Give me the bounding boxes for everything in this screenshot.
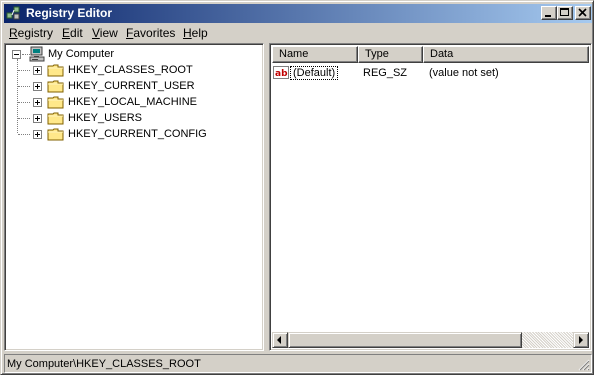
tree-label: HKEY_LOCAL_MACHINE xyxy=(68,96,197,108)
column-header-type[interactable]: Type xyxy=(358,46,423,63)
minimize-icon xyxy=(545,15,551,17)
menu-label: egistry xyxy=(17,26,54,40)
expand-toggle[interactable] xyxy=(33,114,42,123)
tree-label: HKEY_CURRENT_USER xyxy=(68,80,195,92)
list-item[interactable]: ab (Default) REG_SZ (value not set) xyxy=(272,64,589,82)
tree-label: HKEY_USERS xyxy=(68,112,142,124)
tree-item-hkey-local-machine[interactable]: HKEY_LOCAL_MACHINE xyxy=(9,94,249,110)
scroll-left-button[interactable] xyxy=(272,332,288,348)
tree-item-hkey-current-config[interactable]: HKEY_CURRENT_CONFIG xyxy=(9,126,249,142)
menu-label: elp xyxy=(191,26,208,40)
menu-accel: H xyxy=(183,26,192,40)
tree-connector xyxy=(18,102,30,103)
tree-connector xyxy=(18,134,30,135)
menu-help[interactable]: Help xyxy=(180,25,211,41)
status-bar: My Computer\HKEY_CLASSES_ROOT xyxy=(4,354,592,373)
tree-item-my-computer[interactable]: My Computer xyxy=(9,46,249,62)
regedit-app-icon xyxy=(6,5,22,21)
tree-label: HKEY_CURRENT_CONFIG xyxy=(68,128,207,140)
menu-accel: V xyxy=(92,26,100,40)
maximize-button[interactable] xyxy=(557,6,573,20)
close-icon xyxy=(578,8,587,17)
tree-connector xyxy=(18,86,30,87)
title-bar[interactable]: Registry Editor xyxy=(4,4,592,23)
menu-registry[interactable]: Registry xyxy=(6,25,56,41)
tree-connector xyxy=(18,70,30,71)
value-type: REG_SZ xyxy=(363,67,408,79)
menu-bar: Registry Edit View Favorites Help xyxy=(4,24,592,42)
resize-grip-icon[interactable] xyxy=(578,359,590,371)
menu-label: dit xyxy=(70,26,83,40)
menu-accel: R xyxy=(9,26,18,40)
svg-text:ab: ab xyxy=(275,69,288,79)
collapse-toggle[interactable] xyxy=(12,50,21,59)
expand-toggle[interactable] xyxy=(33,66,42,75)
registry-editor-window: Registry Editor Registry Edit View Favor… xyxy=(0,0,594,375)
arrow-right-icon xyxy=(579,336,583,344)
string-value-icon: ab xyxy=(273,65,289,87)
tree-item-hkey-classes-root[interactable]: HKEY_CLASSES_ROOT xyxy=(9,62,249,78)
status-path: My Computer\HKEY_CLASSES_ROOT xyxy=(7,358,201,370)
tree-item-hkey-current-user[interactable]: HKEY_CURRENT_USER xyxy=(9,78,249,94)
expand-toggle[interactable] xyxy=(33,82,42,91)
scroll-right-button[interactable] xyxy=(573,332,589,348)
menu-favorites[interactable]: Favorites xyxy=(123,25,178,41)
folder-icon xyxy=(47,126,64,147)
maximize-icon xyxy=(560,8,569,16)
tree-label: HKEY_CLASSES_ROOT xyxy=(68,64,193,76)
menu-label: iew xyxy=(99,26,118,40)
menu-edit[interactable]: Edit xyxy=(59,25,86,41)
menu-accel: E xyxy=(62,26,71,40)
minimize-button[interactable] xyxy=(541,6,557,20)
horizontal-scrollbar[interactable] xyxy=(272,332,589,348)
expand-toggle[interactable] xyxy=(33,130,42,139)
window-title: Registry Editor xyxy=(26,6,113,20)
menu-view[interactable]: View xyxy=(89,25,121,41)
arrow-left-icon xyxy=(277,336,281,344)
expand-toggle[interactable] xyxy=(33,98,42,107)
registry-tree[interactable]: My Computer HKEY_CLASSES_ROOT HKEY_CURRE… xyxy=(4,43,264,351)
tree-item-hkey-users[interactable]: HKEY_USERS xyxy=(9,110,249,126)
value-data: (value not set) xyxy=(429,67,499,79)
column-header-name[interactable]: Name xyxy=(272,46,358,63)
menu-label: avorites xyxy=(133,26,176,40)
tree-connector xyxy=(18,118,30,119)
values-list[interactable]: Name Type Data ab (Default) REG_SZ (valu… xyxy=(269,43,592,351)
column-header-data[interactable]: Data xyxy=(423,46,589,63)
tree-label: My Computer xyxy=(48,48,115,60)
scrollbar-thumb[interactable] xyxy=(288,332,522,348)
close-button[interactable] xyxy=(575,6,591,20)
value-name: (Default) xyxy=(290,66,339,80)
